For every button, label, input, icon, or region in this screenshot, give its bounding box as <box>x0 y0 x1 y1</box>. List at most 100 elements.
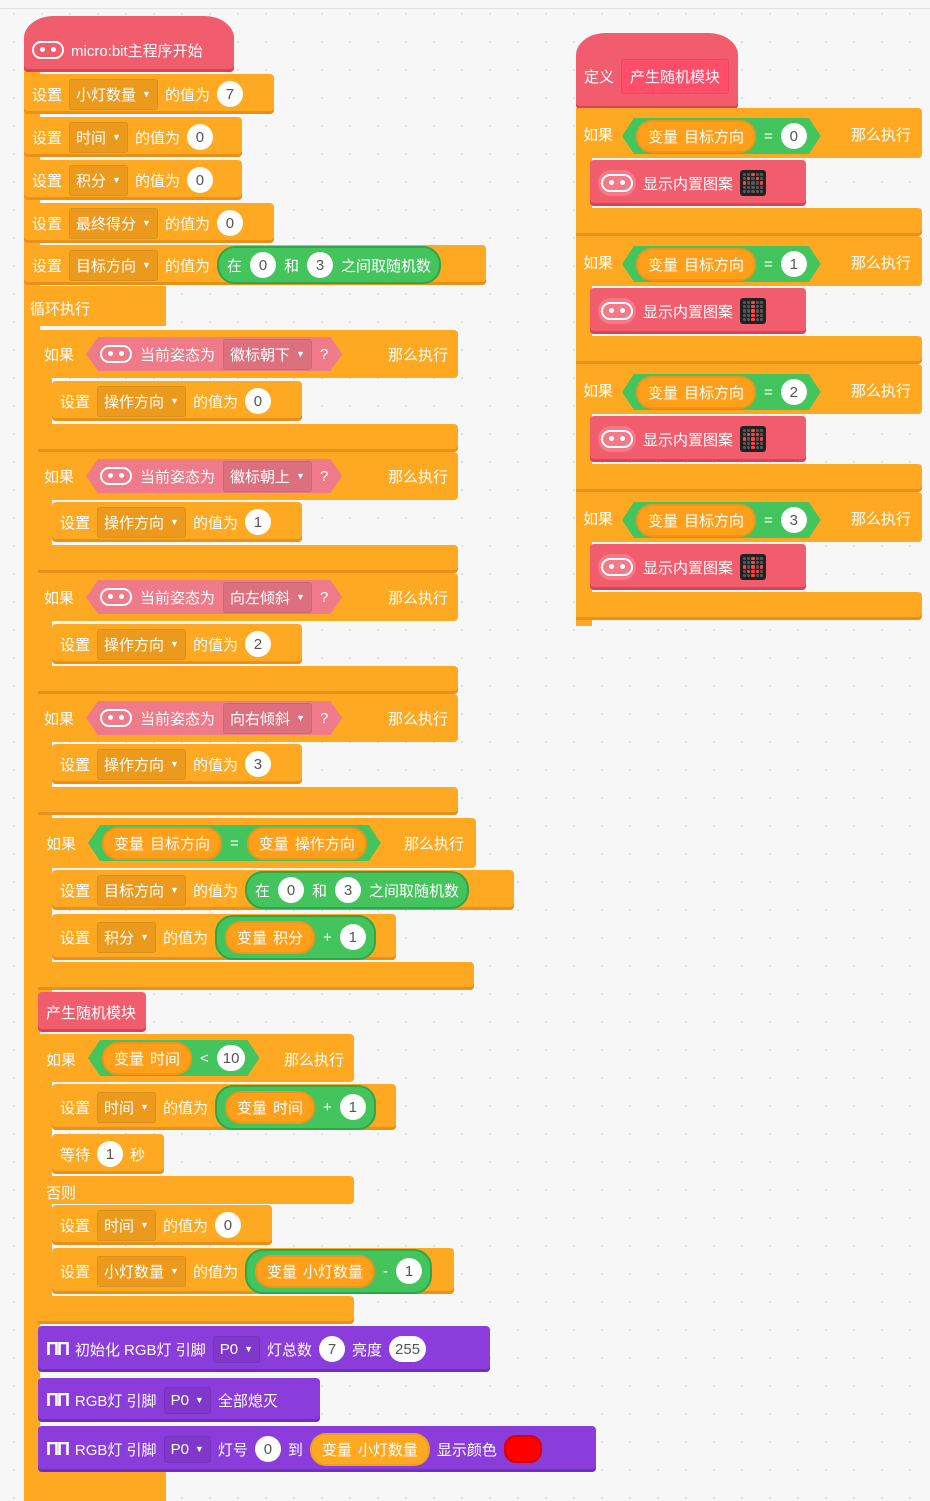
define-hat[interactable]: 定义 产生随机模块 <box>576 33 738 109</box>
led-pattern-picker[interactable] <box>740 426 767 452</box>
call-random-module[interactable]: 产生随机模块 <box>38 992 146 1032</box>
variable-reporter[interactable]: 变量 时间 <box>102 1042 192 1075</box>
gesture-condition[interactable]: 当前姿态为 徽标朝上 ▼ ? <box>86 459 342 493</box>
gesture-dropdown[interactable]: 徽标朝上 ▼ <box>223 461 312 492</box>
variable-reporter[interactable]: 变量 目标方向 <box>636 376 756 409</box>
gesture-condition[interactable]: 当前姿态为 向左倾斜 ▼ ? <box>86 580 342 614</box>
number-input[interactable]: 0 <box>214 1212 241 1238</box>
number-input[interactable]: 0 <box>254 1436 281 1462</box>
set-block-led-decrement[interactable]: 设置 小灯数量 ▼ 的值为 变量 小灯数量 - 1 <box>52 1248 454 1294</box>
number-input[interactable]: 0 <box>186 167 213 193</box>
gesture-dropdown[interactable]: 向右倾斜 ▼ <box>223 703 312 734</box>
equality-condition[interactable]: 变量 目标方向 = 2 <box>622 374 821 410</box>
set-block-op-dir-2[interactable]: 设置 操作方向 ▼ 的值为 2 <box>52 624 302 664</box>
equality-condition[interactable]: 变量 目标方向 = 0 <box>622 118 821 154</box>
variable-reporter[interactable]: 变量 目标方向 <box>636 248 756 281</box>
rgb-color-block[interactable]: ПП RGB灯 引脚 P0 ▼ 灯号 0 到 变量 小灯数量 显示颜色 <box>38 1426 596 1472</box>
variable-reporter[interactable]: 变量 操作方向 <box>247 827 367 860</box>
gesture-condition[interactable]: 当前姿态为 向右倾斜 ▼ ? <box>86 701 342 735</box>
show-icon-block[interactable]: 显示内置图案 <box>590 288 806 334</box>
gesture-condition[interactable]: 当前姿态为 徽标朝下 ▼ ? <box>86 337 342 371</box>
color-picker[interactable] <box>503 1435 542 1463</box>
set-block-score-increment[interactable]: 设置 积分 ▼ 的值为 变量 积分 + 1 <box>52 914 396 960</box>
random-low-input[interactable]: 0 <box>277 877 304 903</box>
addition-reporter[interactable]: 变量 时间 + 1 <box>214 1084 376 1130</box>
set-block-time[interactable]: 设置 时间 ▼ 的值为 0 <box>24 117 242 157</box>
random-range-reporter[interactable]: 在 0 和 3 之间取随机数 <box>216 246 442 284</box>
gesture-dropdown[interactable]: 向左倾斜 ▼ <box>223 582 312 613</box>
variable-dropdown[interactable]: 操作方向 ▼ <box>97 628 186 660</box>
variable-reporter[interactable]: 变量 目标方向 <box>636 504 756 537</box>
number-input[interactable]: 2 <box>244 631 271 657</box>
variable-dropdown[interactable]: 积分 ▼ <box>97 921 156 953</box>
equality-condition[interactable]: 变量 目标方向 = 3 <box>622 502 821 538</box>
wait-block[interactable]: 等待 1 秒 <box>52 1134 164 1174</box>
number-input[interactable]: 0 <box>186 124 213 150</box>
variable-reporter[interactable]: 变量 小灯数量 <box>254 1254 375 1288</box>
number-input[interactable]: 1 <box>244 509 271 535</box>
number-input[interactable]: 10 <box>217 1045 246 1071</box>
less-than-condition[interactable]: 变量 时间 < 10 <box>88 1040 259 1076</box>
set-block-score[interactable]: 设置 积分 ▼ 的值为 0 <box>24 160 242 200</box>
variable-reporter[interactable]: 变量 目标方向 <box>636 120 756 153</box>
pin-dropdown[interactable]: P0 ▼ <box>212 1335 260 1363</box>
number-input[interactable]: 1 <box>97 1141 124 1167</box>
number-input[interactable]: 7 <box>216 81 243 107</box>
set-block-op-dir-1[interactable]: 设置 操作方向 ▼ 的值为 1 <box>52 502 302 542</box>
random-range-reporter[interactable]: 在 0 和 3 之间取随机数 <box>244 871 470 909</box>
pin-dropdown[interactable]: P0 ▼ <box>163 1386 211 1414</box>
variable-reporter[interactable]: 变量 时间 <box>224 1090 315 1124</box>
rgb-init-block[interactable]: ПП 初始化 RGB灯 引脚 P0 ▼ 灯总数 7 亮度 255 <box>38 1326 490 1372</box>
set-block-op-dir-3[interactable]: 设置 操作方向 ▼ 的值为 3 <box>52 744 302 784</box>
number-input[interactable]: 0 <box>216 210 243 236</box>
number-input[interactable]: 0 <box>244 388 271 414</box>
set-block-new-target[interactable]: 设置 目标方向 ▼ 的值为 在 0 和 3 之间取随机数 <box>52 870 514 910</box>
number-input[interactable]: 1 <box>339 924 366 950</box>
variable-dropdown[interactable]: 操作方向 ▼ <box>97 385 186 417</box>
variable-dropdown[interactable]: 操作方向 ▼ <box>97 748 186 780</box>
number-input[interactable]: 7 <box>319 1336 346 1362</box>
led-pattern-picker[interactable] <box>740 298 767 324</box>
equality-condition[interactable]: 变量 目标方向 = 变量 操作方向 <box>88 825 381 861</box>
number-input[interactable]: 2 <box>781 379 807 405</box>
led-pattern-picker[interactable] <box>740 170 767 196</box>
set-block-time-increment[interactable]: 设置 时间 ▼ 的值为 变量 时间 + 1 <box>52 1084 396 1130</box>
number-input[interactable]: 1 <box>396 1258 422 1284</box>
number-input[interactable]: 0 <box>781 123 807 149</box>
number-input[interactable]: 1 <box>781 251 807 277</box>
set-block-led-count[interactable]: 设置 小灯数量 ▼ 的值为 7 <box>24 74 274 114</box>
main-program-hat[interactable]: micro:bit主程序开始 <box>24 16 234 72</box>
show-icon-block[interactable]: 显示内置图案 <box>590 544 806 590</box>
addition-reporter[interactable]: 变量 积分 + 1 <box>214 914 376 960</box>
subtraction-reporter[interactable]: 变量 小灯数量 - 1 <box>244 1248 432 1294</box>
loop-forever-label[interactable]: 循环执行 <box>30 298 90 319</box>
variable-reporter[interactable]: 变量 积分 <box>224 920 315 954</box>
variable-dropdown[interactable]: 时间 ▼ <box>97 1091 156 1123</box>
show-icon-block[interactable]: 显示内置图案 <box>590 416 806 462</box>
number-input[interactable]: 3 <box>244 751 271 777</box>
variable-dropdown[interactable]: 目标方向 ▼ <box>97 874 186 906</box>
random-high-input[interactable]: 3 <box>307 252 333 278</box>
set-block-time-reset[interactable]: 设置 时间 ▼ 的值为 0 <box>52 1205 272 1245</box>
variable-dropdown[interactable]: 时间 ▼ <box>97 1209 156 1241</box>
equality-condition[interactable]: 变量 目标方向 = 1 <box>622 246 821 282</box>
variable-dropdown[interactable]: 目标方向 ▼ <box>69 249 158 281</box>
variable-dropdown[interactable]: 积分 ▼ <box>69 164 128 196</box>
pin-dropdown[interactable]: P0 ▼ <box>163 1435 211 1463</box>
set-block-final-score[interactable]: 设置 最终得分 ▼ 的值为 0 <box>24 203 274 243</box>
gesture-dropdown[interactable]: 徽标朝下 ▼ <box>223 339 312 370</box>
variable-dropdown[interactable]: 操作方向 ▼ <box>97 506 186 538</box>
variable-dropdown[interactable]: 最终得分 ▼ <box>69 207 158 239</box>
number-input[interactable]: 1 <box>339 1094 366 1120</box>
set-block-op-dir-0[interactable]: 设置 操作方向 ▼ 的值为 0 <box>52 381 302 421</box>
show-icon-block[interactable]: 显示内置图案 <box>590 160 806 206</box>
set-block-random-target[interactable]: 设置 目标方向 ▼ 的值为 在 0 和 3 之间取随机数 <box>24 245 486 285</box>
number-input[interactable]: 3 <box>781 507 807 533</box>
variable-reporter[interactable]: 变量 小灯数量 <box>309 1432 430 1466</box>
rgb-off-block[interactable]: ПП RGB灯 引脚 P0 ▼ 全部熄灭 <box>38 1378 320 1422</box>
variable-reporter[interactable]: 变量 目标方向 <box>102 827 222 860</box>
number-input[interactable]: 255 <box>389 1336 427 1362</box>
random-high-input[interactable]: 3 <box>335 877 361 903</box>
led-pattern-picker[interactable] <box>740 554 767 580</box>
variable-dropdown[interactable]: 小灯数量 ▼ <box>97 1255 186 1287</box>
